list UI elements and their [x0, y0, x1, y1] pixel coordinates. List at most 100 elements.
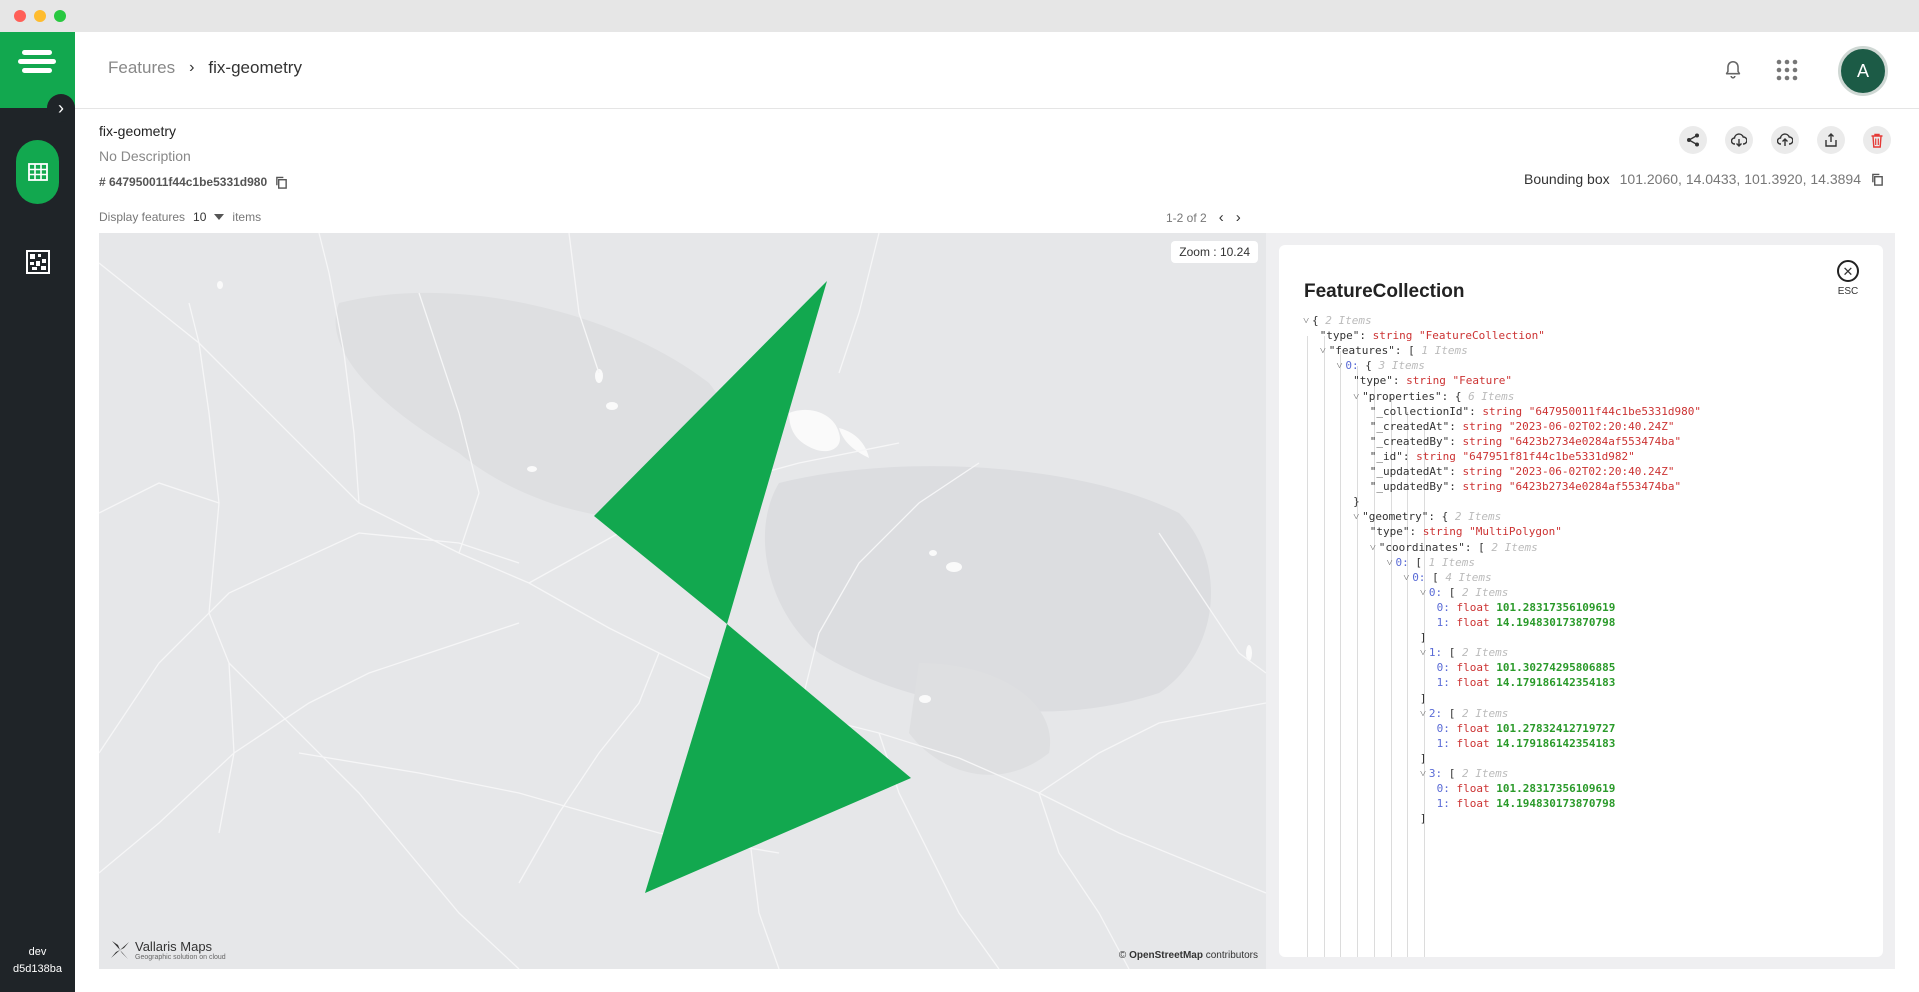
- json-bracket: {: [1365, 359, 1372, 373]
- prev-page-icon[interactable]: ‹: [1219, 209, 1224, 226]
- expand-caret-icon[interactable]: ˅: [1353, 389, 1362, 404]
- window-minimize-button[interactable]: [34, 10, 46, 22]
- json-type: string: [1462, 465, 1503, 478]
- indent-guide: [1340, 351, 1342, 957]
- json-value: 101.28317356109619: [1496, 600, 1616, 614]
- map-canvas: [99, 233, 1266, 969]
- json-key: 3:: [1428, 767, 1443, 780]
- json-bracket: {: [1312, 314, 1319, 327]
- json-line: ˅{ 2 Items: [1303, 313, 1372, 328]
- json-line: ]: [1420, 751, 1427, 766]
- feature-id: # 647950011f44c1be5331d980: [99, 175, 288, 189]
- json-line: ]: [1420, 630, 1427, 645]
- json-key: "properties":: [1362, 389, 1449, 403]
- build-hash: d5d138ba: [13, 963, 62, 975]
- esc-label: ESC: [1837, 286, 1859, 297]
- copy-icon[interactable]: [1871, 173, 1884, 186]
- osm-link[interactable]: OpenStreetMap: [1129, 950, 1203, 961]
- export-button[interactable]: [1817, 126, 1845, 154]
- json-line: ]: [1420, 691, 1427, 706]
- json-line: ˅ 3: [ 2 Items: [1420, 766, 1508, 781]
- json-bracket: {: [1441, 510, 1449, 524]
- expand-caret-icon[interactable]: ˅: [1387, 555, 1396, 570]
- apps-grid-icon[interactable]: [1769, 52, 1805, 88]
- display-label: Display features: [99, 210, 186, 224]
- rail-item-features[interactable]: [16, 140, 59, 204]
- json-type: float: [1456, 600, 1490, 614]
- json-type: string: [1462, 480, 1503, 494]
- close-circle-icon: ✕: [1837, 260, 1859, 282]
- next-page-icon[interactable]: ›: [1236, 209, 1241, 226]
- expand-caret-icon[interactable]: ˅: [1403, 570, 1412, 585]
- expand-sidebar-icon[interactable]: ›: [47, 94, 75, 122]
- panel-title: FeatureCollection: [1304, 281, 1465, 302]
- expand-caret-icon[interactable]: ˅: [1420, 585, 1429, 600]
- json-key: 1:: [1436, 676, 1450, 690]
- json-key: 0:: [1436, 782, 1450, 796]
- json-key: 1:: [1436, 736, 1450, 750]
- json-bracket: [: [1448, 585, 1456, 599]
- json-value: 14.194830173870798: [1496, 797, 1616, 811]
- share-button[interactable]: [1679, 126, 1707, 154]
- cloud-upload-button[interactable]: [1771, 126, 1799, 154]
- json-bracket: ]: [1419, 751, 1427, 765]
- json-type: string: [1416, 449, 1456, 463]
- json-line: ]: [1420, 811, 1427, 826]
- caret-down-icon[interactable]: [214, 214, 225, 220]
- json-line: "_createdBy": string "6423b2734e0284af55…: [1370, 434, 1681, 449]
- json-line: ˅ "geometry": { 2 Items: [1353, 509, 1501, 524]
- rail-item-tiles[interactable]: [16, 240, 59, 284]
- bbox-label: Bounding box: [1524, 171, 1610, 187]
- copy-icon[interactable]: [275, 176, 288, 189]
- user-avatar[interactable]: A: [1838, 46, 1888, 96]
- window-close-button[interactable]: [14, 10, 26, 22]
- json-value: "FeatureCollection": [1419, 329, 1545, 343]
- chevron-right-icon: ›: [189, 59, 195, 76]
- breadcrumb: Features › fix-geometry: [108, 58, 302, 78]
- json-key: 0:: [1436, 661, 1450, 675]
- json-bracket: [: [1448, 767, 1456, 780]
- json-type: float: [1456, 782, 1490, 796]
- json-line: "_updatedAt": string "2023-06-02T02:20:4…: [1370, 464, 1675, 479]
- delete-button[interactable]: [1863, 126, 1891, 154]
- json-bracket: {: [1454, 389, 1462, 403]
- notification-bell-icon[interactable]: [1715, 52, 1751, 88]
- expand-caret-icon[interactable]: ˅: [1370, 540, 1379, 555]
- feature-title: fix-geometry: [99, 123, 177, 139]
- json-line: 1: float 14.179186142354183: [1437, 675, 1616, 690]
- json-bracket: [: [1448, 706, 1456, 720]
- share-icon: [1687, 133, 1699, 147]
- map-view[interactable]: Zoom : 10.24 Vallaris Maps Geographic so…: [99, 233, 1266, 969]
- json-bracket: [: [1408, 344, 1415, 358]
- json-line: ˅ "properties": { 6 Items: [1353, 389, 1514, 404]
- expand-caret-icon[interactable]: ˅: [1353, 509, 1362, 524]
- expand-caret-icon[interactable]: ˅: [1420, 645, 1429, 660]
- display-count-select[interactable]: 10: [193, 210, 206, 224]
- json-line: }: [1353, 494, 1360, 509]
- json-key: "type":: [1319, 329, 1367, 343]
- expand-caret-icon[interactable]: ˅: [1420, 766, 1429, 781]
- expand-caret-icon[interactable]: ˅: [1420, 706, 1429, 721]
- json-key: 2:: [1428, 706, 1443, 720]
- cloud-download-button[interactable]: [1725, 126, 1753, 154]
- json-bracket: [: [1432, 570, 1439, 584]
- json-item-count: 4 Items: [1445, 570, 1492, 584]
- expand-caret-icon[interactable]: ˅: [1303, 313, 1312, 328]
- json-type: string: [1406, 374, 1446, 388]
- json-type: string: [1372, 329, 1413, 343]
- json-value: "2023-06-02T02:20:40.24Z": [1508, 465, 1675, 478]
- json-bracket: [: [1478, 540, 1485, 554]
- breadcrumb-features-link[interactable]: Features: [108, 58, 175, 78]
- json-key: 0:: [1395, 555, 1409, 569]
- environment-info: dev d5d138ba: [0, 944, 75, 978]
- json-bracket: }: [1353, 495, 1360, 509]
- json-tree: ˅{ 2 Items "type": string "FeatureCollect…: [1303, 313, 1863, 957]
- json-key: "_collectionId":: [1369, 404, 1476, 418]
- window-maximize-button[interactable]: [54, 10, 66, 22]
- vallaris-maps-logo: Vallaris Maps Geographic solution on clo…: [109, 939, 226, 961]
- json-type: float: [1456, 797, 1490, 811]
- top-header: Features › fix-geometry A: [75, 32, 1919, 109]
- pagination: 1-2 of 2 ‹ ›: [1166, 209, 1241, 226]
- expand-caret-icon[interactable]: ˅: [1320, 343, 1329, 358]
- close-panel-button[interactable]: ✕ ESC: [1837, 260, 1859, 297]
